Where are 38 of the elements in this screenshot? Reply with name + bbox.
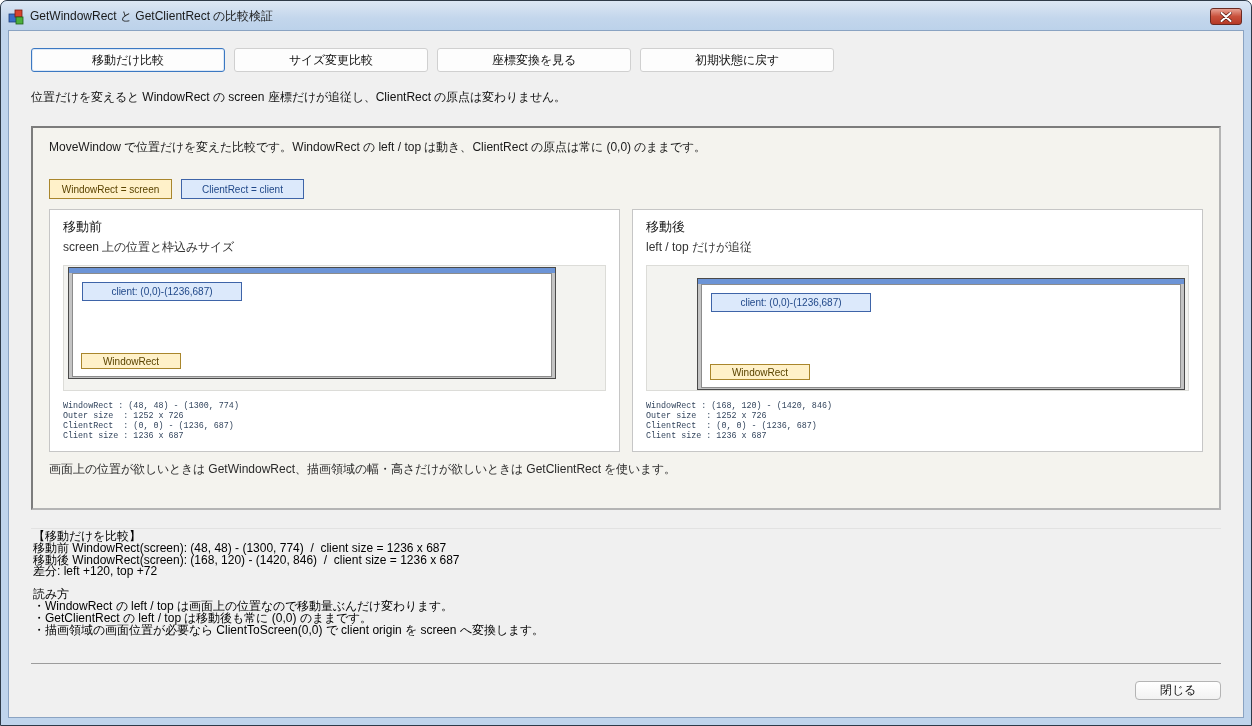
- detail-line: WindowRect : (168, 120) - (1420, 846): [646, 401, 832, 411]
- detail-line: Client size : 1236 x 687: [63, 431, 184, 441]
- card-title: 移動後: [646, 219, 685, 235]
- output-line: 【移動だけを比較】: [33, 531, 141, 543]
- detail-line: Outer size : 1252 x 726: [646, 411, 767, 421]
- output-line: 読み方: [33, 589, 69, 601]
- close-dialog-button[interactable]: 閉じる: [1135, 681, 1221, 700]
- window-label: WindowRect: [710, 364, 810, 380]
- toolbar-button[interactable]: 初期状態に戻す: [640, 48, 834, 72]
- detail-line: Client size : 1236 x 687: [646, 431, 767, 441]
- close-button[interactable]: [1210, 8, 1242, 25]
- output-line: 移動前 WindowRect(screen): (48, 48) - (1300, 774) / client size = 1236 x 687: [33, 542, 447, 555]
- output-line: 移動後 WindowRect(screen): (168, 120) - (1420, 846) / client size = 1236 x 687: [33, 554, 460, 567]
- intro-text: MoveWindow で位置だけを変えた比較です。WindowRect の left / top は動き、ClientRect の原点は常に (0,0) のままです。: [49, 140, 707, 155]
- output-line: ・WindowRect の left / top は画面上の位置なので移動量ぶんだけ変わります。: [33, 601, 454, 613]
- card-subtitle: screen 上の位置と枠込みサイズ: [63, 240, 235, 255]
- detail-line: WindowRect : (48, 48) - (1300, 774): [63, 401, 239, 411]
- output-line: ・描画領域の画面位置が必要なら ClientToScreen(0,0) で client origin を screen へ変換します。: [33, 624, 544, 637]
- legend-label: WindowRect = screen: [49, 179, 172, 199]
- detail-line: ClientRect : (0, 0) - (1236, 687): [63, 421, 234, 431]
- close-icon: [1220, 11, 1232, 22]
- detail-line: ClientRect : (0, 0) - (1236, 687): [646, 421, 817, 431]
- app-icon: [8, 8, 24, 25]
- toolbar-button[interactable]: 移動だけ比較: [31, 48, 225, 72]
- output-line: ・GetClientRect の left / top は移動後も常に (0,0) のままです。: [33, 612, 372, 625]
- client-label: client: (0,0)-(1236,687): [82, 282, 242, 301]
- window-title: GetWindowRect と GetClientRect の比較検証: [30, 8, 274, 25]
- toolbar-button[interactable]: 座標変換を見る: [437, 48, 631, 72]
- summary-text: 位置だけを変えると WindowRect の screen 座標だけが追従し、ClientRect の原点は変わりません。: [31, 90, 567, 105]
- detail-line: Outer size : 1252 x 726: [63, 411, 184, 421]
- client-label: client: (0,0)-(1236,687): [711, 293, 871, 312]
- legend-label: ClientRect = client: [181, 179, 304, 199]
- output-line: 差分: left +120, top +72: [33, 566, 158, 579]
- card-subtitle: left / top だけが追従: [646, 240, 753, 255]
- window-label: WindowRect: [81, 353, 181, 369]
- note-text: 画面上の位置が欲しいときは GetWindowRect、描画領域の幅・高さだけが欲しいときは GetClientRect を使います。: [49, 462, 677, 477]
- toolbar-button[interactable]: サイズ変更比較: [234, 48, 428, 72]
- card-title: 移動前: [63, 219, 102, 235]
